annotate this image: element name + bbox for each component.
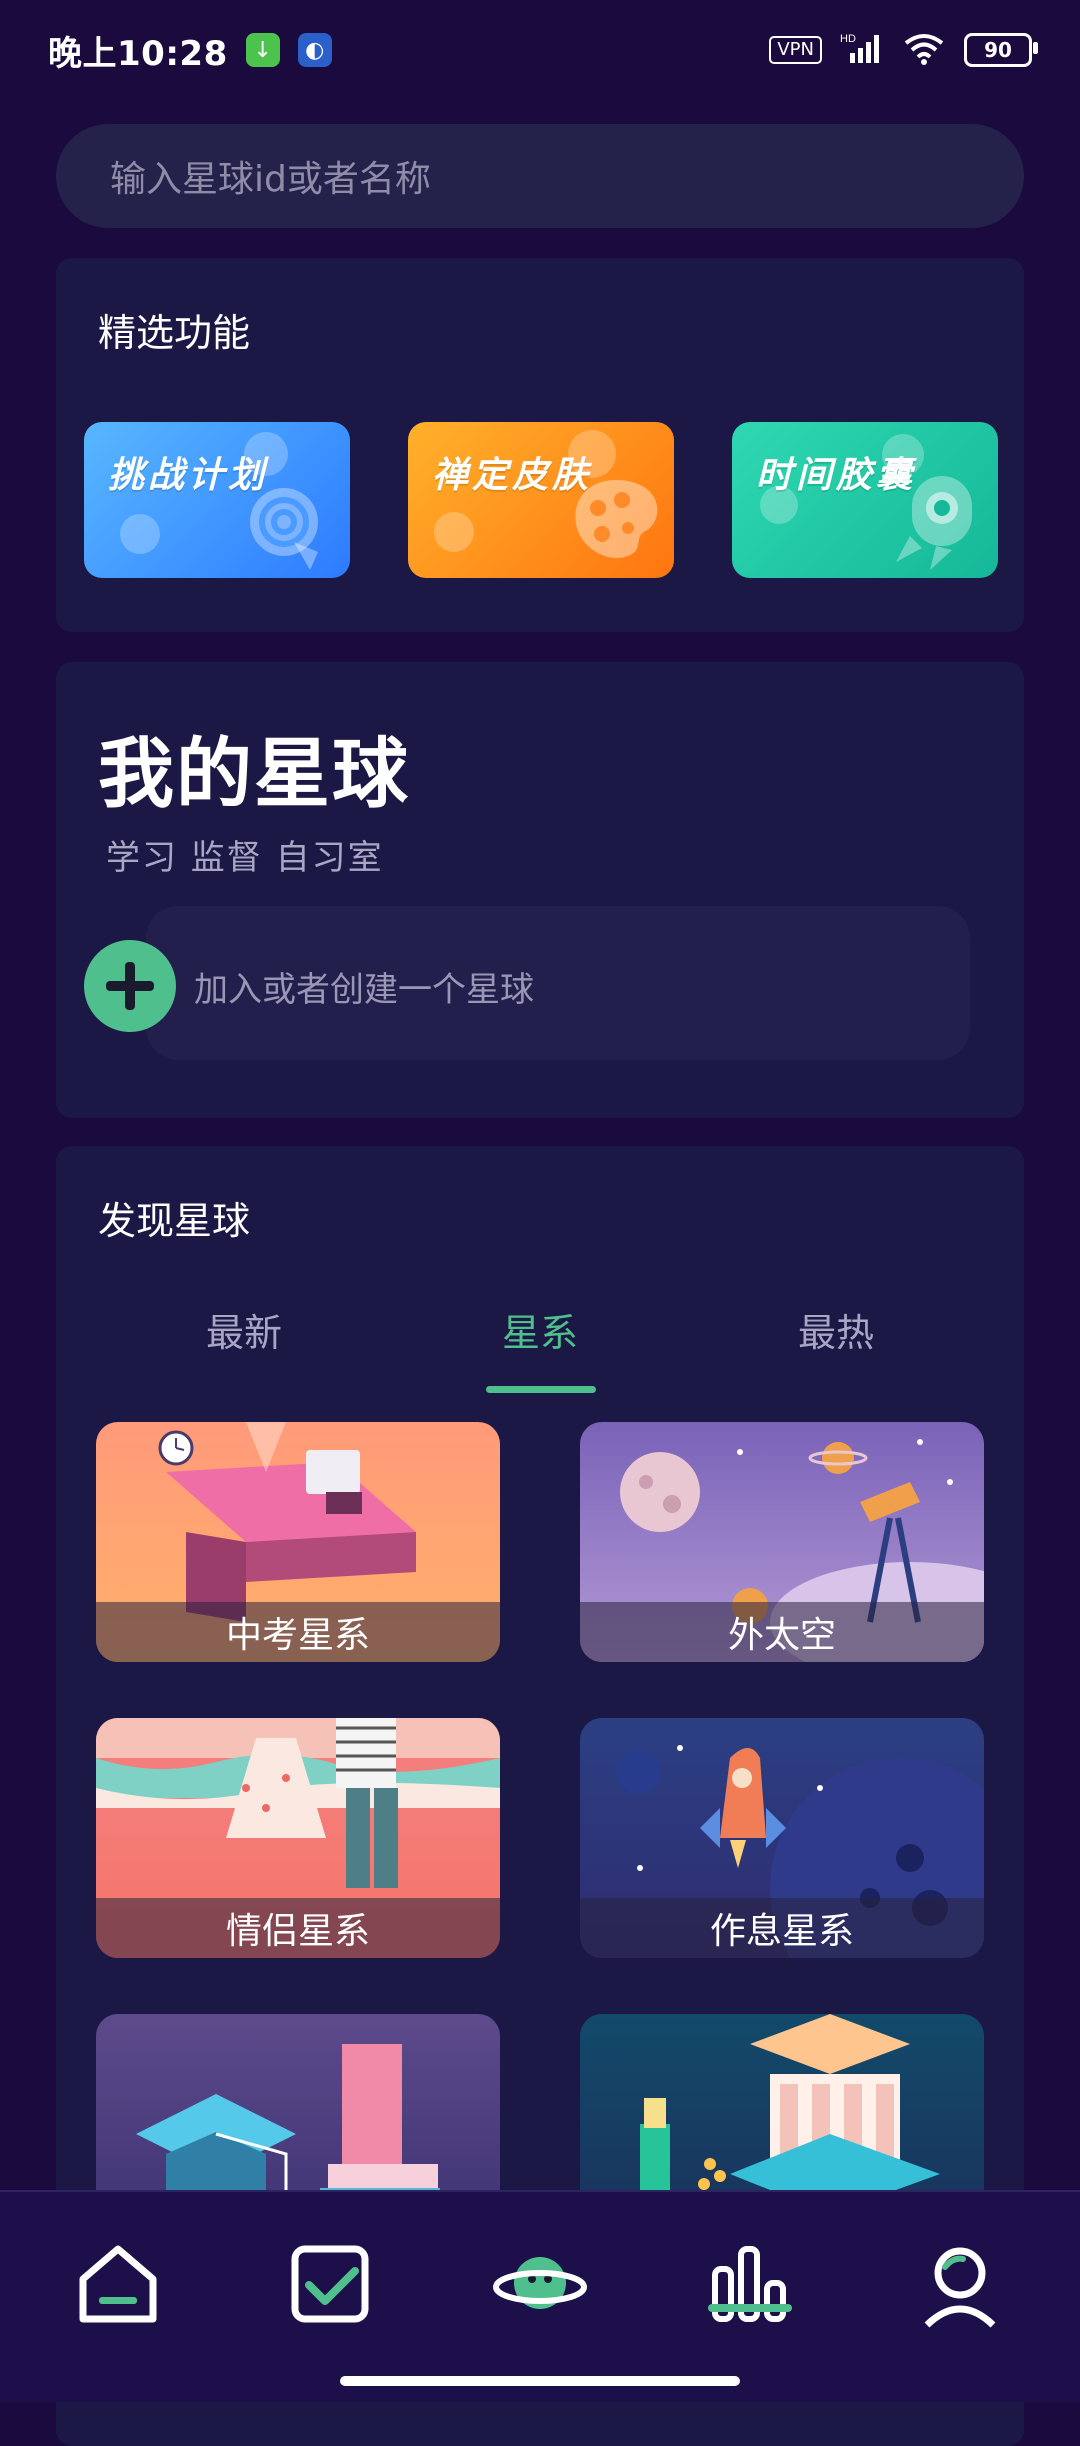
bubble-decoration [434,512,474,552]
plus-icon [106,962,154,1010]
add-planet-button[interactable] [84,940,176,1032]
status-bar: 晚上10:28 ↓ ◐ VPN HD 90 [0,0,1080,100]
my-planet-title: 我的星球 [98,729,410,818]
signal-badge: HD [840,33,856,45]
download-icon: ↓ [245,33,280,67]
palette-icon [575,480,658,559]
check-icon [291,2245,369,2323]
nav-planet[interactable] [490,2234,590,2334]
feature-challenge-plan[interactable]: 挑战计划 [84,422,350,578]
status-time: 晚上10:28 [48,33,228,74]
tile-caption: 作息星系 [580,1898,984,1958]
rocket-icon [896,476,972,570]
planet-icon [493,2257,587,2309]
feature-zen-skin[interactable]: 禅定皮肤 [408,422,674,578]
status-left: 晚上10:28 ↓ ◐ [48,26,332,75]
search-input[interactable]: 输入星球id或者名称 [56,124,1024,228]
featured-card: 精选功能 挑战计划 禅定皮肤 时间胶囊 [56,258,1024,632]
nav-stats[interactable] [700,2234,800,2334]
active-tab-indicator [486,1386,596,1393]
galaxy-tile-outer-space[interactable]: 外太空 [580,1422,984,1662]
battery-icon: 90 [964,33,1038,67]
tab-latest[interactable]: 最新 [144,1302,344,1357]
nav-active-indicator [708,2304,792,2312]
galaxy-tile-couple[interactable]: 情侣星系 [96,1718,500,1958]
tile-caption: 情侣星系 [96,1898,500,1958]
tile-caption: 中考星系 [96,1602,500,1662]
nav-profile[interactable] [910,2234,1010,2334]
join-planet-text: 加入或者创建一个星球 [194,970,534,1010]
galaxy-tile-schedule[interactable]: 作息星系 [580,1718,984,1958]
discover-title: 发现星球 [98,1199,251,1243]
vpn-badge: VPN [769,36,822,64]
home-icon [79,2245,157,2323]
featured-title: 精选功能 [98,311,251,355]
bubble-decoration [120,514,160,554]
search-placeholder: 输入星球id或者名称 [110,159,431,200]
status-right: VPN HD 90 [769,31,1038,69]
tab-hottest[interactable]: 最热 [736,1302,936,1357]
tab-galaxy[interactable]: 星系 [440,1302,640,1357]
wifi-icon [902,31,946,69]
feature-time-capsule[interactable]: 时间胶囊 [732,422,998,578]
tile-caption: 外太空 [580,1602,984,1662]
target-icon [250,488,318,570]
my-planet-card: 我的星球 学习 监督 自习室 加入或者创建一个星球 [56,662,1024,1118]
home-indicator[interactable] [340,2376,740,2386]
nav-home[interactable] [68,2234,168,2334]
stats-icon [712,2246,786,2322]
my-planet-subtitle: 学习 监督 自习室 [106,838,384,878]
profile-icon [924,2247,996,2328]
galaxy-tile-zhongkao[interactable]: 中考星系 [96,1422,500,1662]
nav-tasks[interactable] [280,2234,380,2334]
signal-icon: HD [840,31,884,69]
bottom-nav [0,2190,1080,2402]
app-notification-icon: ◐ [297,33,332,67]
